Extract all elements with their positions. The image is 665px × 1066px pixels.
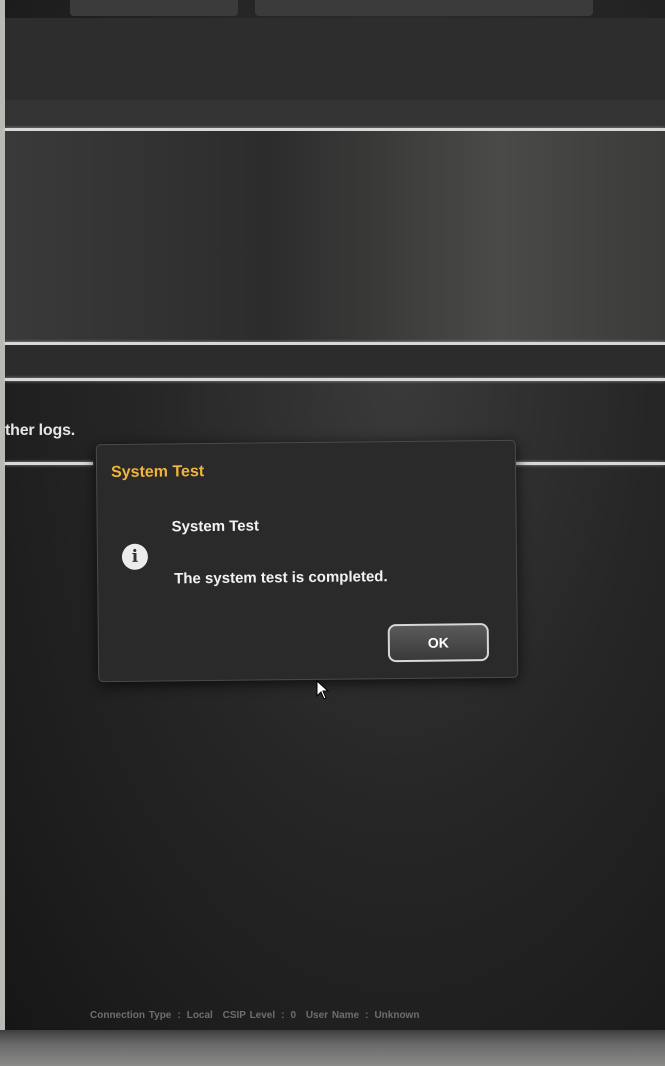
background-log-text: ther logs. bbox=[5, 422, 76, 439]
dialog-message: The system test is completed. bbox=[174, 568, 388, 588]
csip-level-value: 0 bbox=[290, 1010, 297, 1021]
csip-level-label: CSIP Level bbox=[222, 1010, 276, 1021]
divider-line bbox=[512, 462, 665, 465]
dialog-heading: System Test bbox=[171, 517, 259, 536]
monitor-bezel-bottom bbox=[0, 1030, 665, 1066]
status-bar: Connection Type: Local CSIP Level:0 User … bbox=[90, 1010, 425, 1021]
system-test-dialog: System Test System Test i The system tes… bbox=[95, 439, 519, 683]
content-strip bbox=[5, 345, 665, 378]
top-tab-left[interactable] bbox=[70, 0, 238, 16]
top-tab-right[interactable] bbox=[255, 0, 593, 16]
mouse-pointer-icon bbox=[316, 680, 330, 700]
connection-type-value: Local bbox=[186, 1010, 213, 1021]
divider-line bbox=[5, 378, 665, 381]
divider-line bbox=[5, 462, 93, 465]
connection-type-label: Connection Type bbox=[90, 1010, 172, 1021]
header-strip bbox=[5, 100, 665, 128]
status-separator: : bbox=[177, 1010, 181, 1021]
status-separator: : bbox=[365, 1010, 369, 1021]
content-panel bbox=[5, 131, 665, 342]
header-area bbox=[5, 18, 665, 100]
user-name-value: Unknown bbox=[374, 1010, 420, 1021]
user-name-label: User Name bbox=[305, 1010, 360, 1021]
dialog-title: System Test bbox=[110, 463, 205, 482]
info-icon: i bbox=[121, 543, 149, 570]
ok-button[interactable]: OK bbox=[387, 623, 490, 663]
status-separator: : bbox=[281, 1010, 285, 1021]
